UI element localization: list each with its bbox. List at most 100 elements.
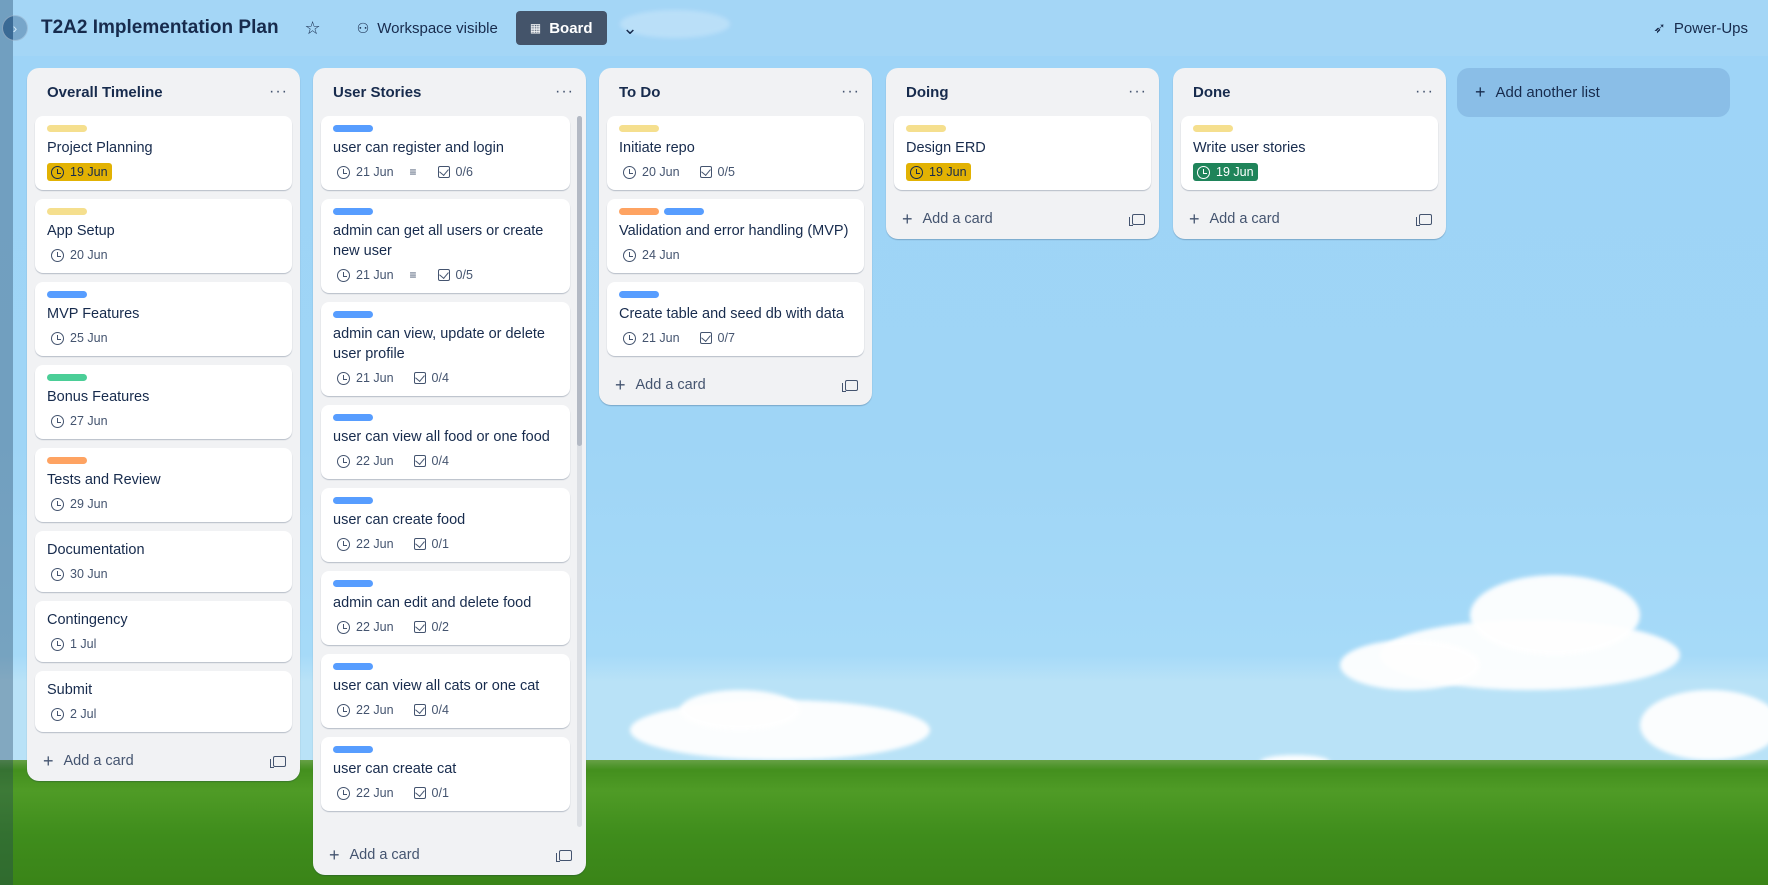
card[interactable]: user can register and login 21 Jun ≡ 0/6: [321, 116, 570, 190]
label-orange[interactable]: [47, 457, 87, 464]
label-yellow[interactable]: [619, 125, 659, 132]
list-title[interactable]: Overall Timeline: [47, 84, 163, 101]
clock-icon: [337, 537, 350, 551]
due-date-badge[interactable]: 22 Jun: [333, 618, 398, 636]
due-date-badge[interactable]: 30 Jun: [47, 565, 112, 583]
due-date-badge[interactable]: 22 Jun: [333, 535, 398, 553]
due-date-badge[interactable]: 22 Jun: [333, 784, 398, 802]
due-date-badge[interactable]: 2 Jul: [47, 705, 100, 723]
due-date-badge[interactable]: 19 Jun: [1193, 163, 1258, 181]
label-green[interactable]: [47, 374, 87, 381]
due-date-badge[interactable]: 27 Jun: [47, 412, 112, 430]
label-blue[interactable]: [333, 497, 373, 504]
card-template-icon[interactable]: [842, 379, 858, 392]
card[interactable]: admin can get all users or create new us…: [321, 199, 570, 293]
due-date-badge[interactable]: 21 Jun: [333, 369, 398, 387]
add-card-button[interactable]: + Add a card: [886, 199, 1159, 239]
card[interactable]: user can view all cats or one cat 22 Jun 0…: [321, 654, 570, 728]
due-date-badge[interactable]: 22 Jun: [333, 452, 398, 470]
more-options-icon[interactable]: ···: [1128, 83, 1147, 101]
card[interactable]: user can create food 22 Jun 0/1: [321, 488, 570, 562]
more-options-icon[interactable]: ···: [1415, 83, 1434, 101]
card-title: user can create food: [333, 512, 466, 528]
add-card-button[interactable]: + Add a card: [1173, 199, 1446, 239]
card-template-icon[interactable]: [556, 849, 572, 862]
card[interactable]: MVP Features 25 Jun: [35, 282, 292, 356]
list-title[interactable]: Doing: [906, 84, 949, 101]
label-blue[interactable]: [664, 208, 704, 215]
workspace-visibility-button[interactable]: ⚇ Workspace visible: [349, 14, 506, 43]
card[interactable]: Contingency 1 Jul: [35, 601, 292, 662]
due-date-badge[interactable]: 21 Jun: [333, 163, 398, 181]
add-another-list-button[interactable]: + Add another list: [1457, 68, 1730, 117]
list-doing: Doing ··· Design ERD 19 Jun + Add a card: [886, 68, 1159, 239]
card[interactable]: Create table and seed db with data 21 Jun…: [607, 282, 864, 356]
label-yellow[interactable]: [906, 125, 946, 132]
due-date-badge[interactable]: 20 Jun: [47, 246, 112, 264]
due-date-badge[interactable]: 19 Jun: [906, 163, 971, 181]
due-date-badge[interactable]: 29 Jun: [47, 495, 112, 513]
scrollbar-thumb[interactable]: [577, 116, 582, 446]
due-date-badge[interactable]: 24 Jun: [619, 246, 684, 264]
star-icon[interactable]: ☆: [297, 12, 329, 45]
due-date-badge[interactable]: 25 Jun: [47, 329, 112, 347]
card[interactable]: user can view all food or one food 22 Jun…: [321, 405, 570, 479]
card[interactable]: Documentation 30 Jun: [35, 531, 292, 592]
card-template-icon[interactable]: [1416, 213, 1432, 226]
card[interactable]: Submit 2 Jul: [35, 671, 292, 732]
card[interactable]: App Setup 20 Jun: [35, 199, 292, 273]
label-blue[interactable]: [333, 746, 373, 753]
more-options-icon[interactable]: ···: [555, 83, 574, 101]
checklist-badge: 0/2: [410, 618, 453, 636]
label-yellow[interactable]: [47, 125, 87, 132]
card[interactable]: Project Planning 19 Jun: [35, 116, 292, 190]
due-date-badge[interactable]: 20 Jun: [619, 163, 684, 181]
card[interactable]: Validation and error handling (MVP) 24 Ju…: [607, 199, 864, 273]
checklist-icon: [699, 166, 712, 178]
due-date-text: 19 Jun: [1216, 165, 1254, 179]
card[interactable]: Initiate repo 20 Jun 0/5: [607, 116, 864, 190]
list-title[interactable]: To Do: [619, 84, 660, 101]
list-scrollbar[interactable]: [577, 116, 582, 827]
board-view-button[interactable]: ▦ Board: [515, 11, 607, 45]
label-blue[interactable]: [47, 291, 87, 298]
due-date-text: 1 Jul: [70, 637, 97, 651]
due-date-badge[interactable]: 19 Jun: [47, 163, 112, 181]
label-orange[interactable]: [619, 208, 659, 215]
label-blue[interactable]: [333, 208, 373, 215]
add-card-button[interactable]: + Add a card: [27, 741, 300, 781]
board-title[interactable]: T2A2 Implementation Plan: [41, 17, 279, 39]
label-blue[interactable]: [333, 311, 373, 318]
due-date-badge[interactable]: 21 Jun: [619, 329, 684, 347]
label-blue[interactable]: [333, 663, 373, 670]
more-options-icon[interactable]: ···: [269, 83, 288, 101]
card[interactable]: Design ERD 19 Jun: [894, 116, 1151, 190]
card[interactable]: Bonus Features 27 Jun: [35, 365, 292, 439]
card-template-icon[interactable]: [1129, 213, 1145, 226]
label-blue[interactable]: [333, 580, 373, 587]
card[interactable]: Write user stories 19 Jun: [1181, 116, 1438, 190]
list-title[interactable]: User Stories: [333, 84, 421, 101]
card[interactable]: Tests and Review 29 Jun: [35, 448, 292, 522]
due-date-badge[interactable]: 22 Jun: [333, 701, 398, 719]
label-yellow[interactable]: [47, 208, 87, 215]
card[interactable]: admin can edit and delete food 22 Jun 0/2: [321, 571, 570, 645]
chevron-down-icon[interactable]: ⌄: [615, 12, 646, 45]
card-template-icon[interactable]: [270, 755, 286, 768]
list-title[interactable]: Done: [1193, 84, 1231, 101]
power-ups-button[interactable]: ➶ Power-Ups: [1645, 13, 1756, 43]
more-options-icon[interactable]: ···: [841, 83, 860, 101]
plus-icon: +: [329, 844, 340, 865]
label-blue[interactable]: [333, 125, 373, 132]
card[interactable]: admin can view, update or delete user pr…: [321, 302, 570, 396]
add-card-button[interactable]: + Add a card: [313, 835, 586, 875]
label-blue[interactable]: [619, 291, 659, 298]
add-card-button[interactable]: + Add a card: [599, 365, 872, 405]
due-date-badge[interactable]: 21 Jun: [333, 266, 398, 284]
due-date-badge[interactable]: 1 Jul: [47, 635, 100, 653]
card-title: Documentation: [47, 542, 145, 558]
label-blue[interactable]: [333, 414, 373, 421]
card-labels: [1193, 125, 1426, 132]
label-yellow[interactable]: [1193, 125, 1233, 132]
card[interactable]: user can create cat 22 Jun 0/1: [321, 737, 570, 811]
